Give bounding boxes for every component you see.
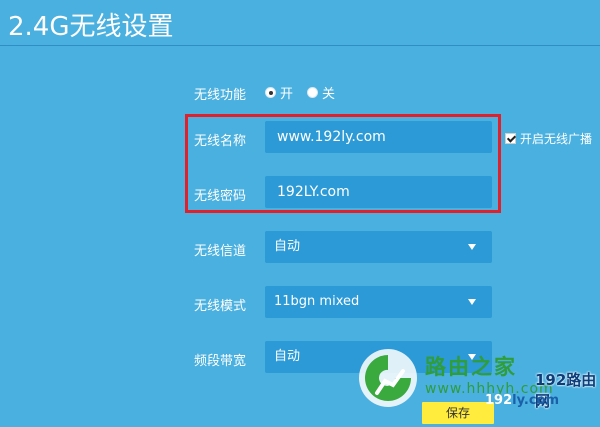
wireless-on-label[interactable]: 开 xyxy=(280,83,293,102)
bandwidth-label: 频段带宽 xyxy=(194,354,247,369)
caret-down-icon xyxy=(468,244,476,250)
wireless-on-radio[interactable] xyxy=(265,87,276,98)
channel-select[interactable]: 自动 xyxy=(265,231,492,263)
save-button[interactable]: 保存 xyxy=(422,402,494,424)
caret-down-icon xyxy=(468,299,476,305)
channel-value: 自动 xyxy=(274,239,301,254)
title-divider xyxy=(0,45,600,46)
caret-down-icon xyxy=(468,354,476,360)
mode-label: 无线模式 xyxy=(194,299,247,314)
wireless-off-radio[interactable] xyxy=(307,87,319,98)
mode-select[interactable]: 11bgn mixed xyxy=(265,286,492,318)
channel-label: 无线信道 xyxy=(194,244,247,259)
watermark-brand-url-b: ly.com xyxy=(512,393,559,408)
watermark-url: www.hhhyh.com xyxy=(425,381,554,397)
bandwidth-select[interactable]: 自动 xyxy=(265,341,492,373)
broadcast-checkbox[interactable] xyxy=(505,133,516,144)
wireless-off-label[interactable]: 关 xyxy=(322,83,335,102)
page-title: 2.4G无线设置 xyxy=(8,12,174,42)
wireless-function-label: 无线功能 xyxy=(194,88,247,103)
bandwidth-value: 自动 xyxy=(274,349,301,364)
broadcast-checkbox-group[interactable]: 开启无线广播 xyxy=(505,130,592,147)
watermark-brand-url: 192ly.com xyxy=(485,393,559,408)
watermark-brand: 192路由网 xyxy=(535,371,597,410)
broadcast-label[interactable]: 开启无线广播 xyxy=(520,130,592,147)
mode-value: 11bgn mixed xyxy=(274,294,360,309)
highlight-annotation-box xyxy=(185,114,501,213)
wireless-function-radio-group: 开 关 xyxy=(265,83,349,102)
